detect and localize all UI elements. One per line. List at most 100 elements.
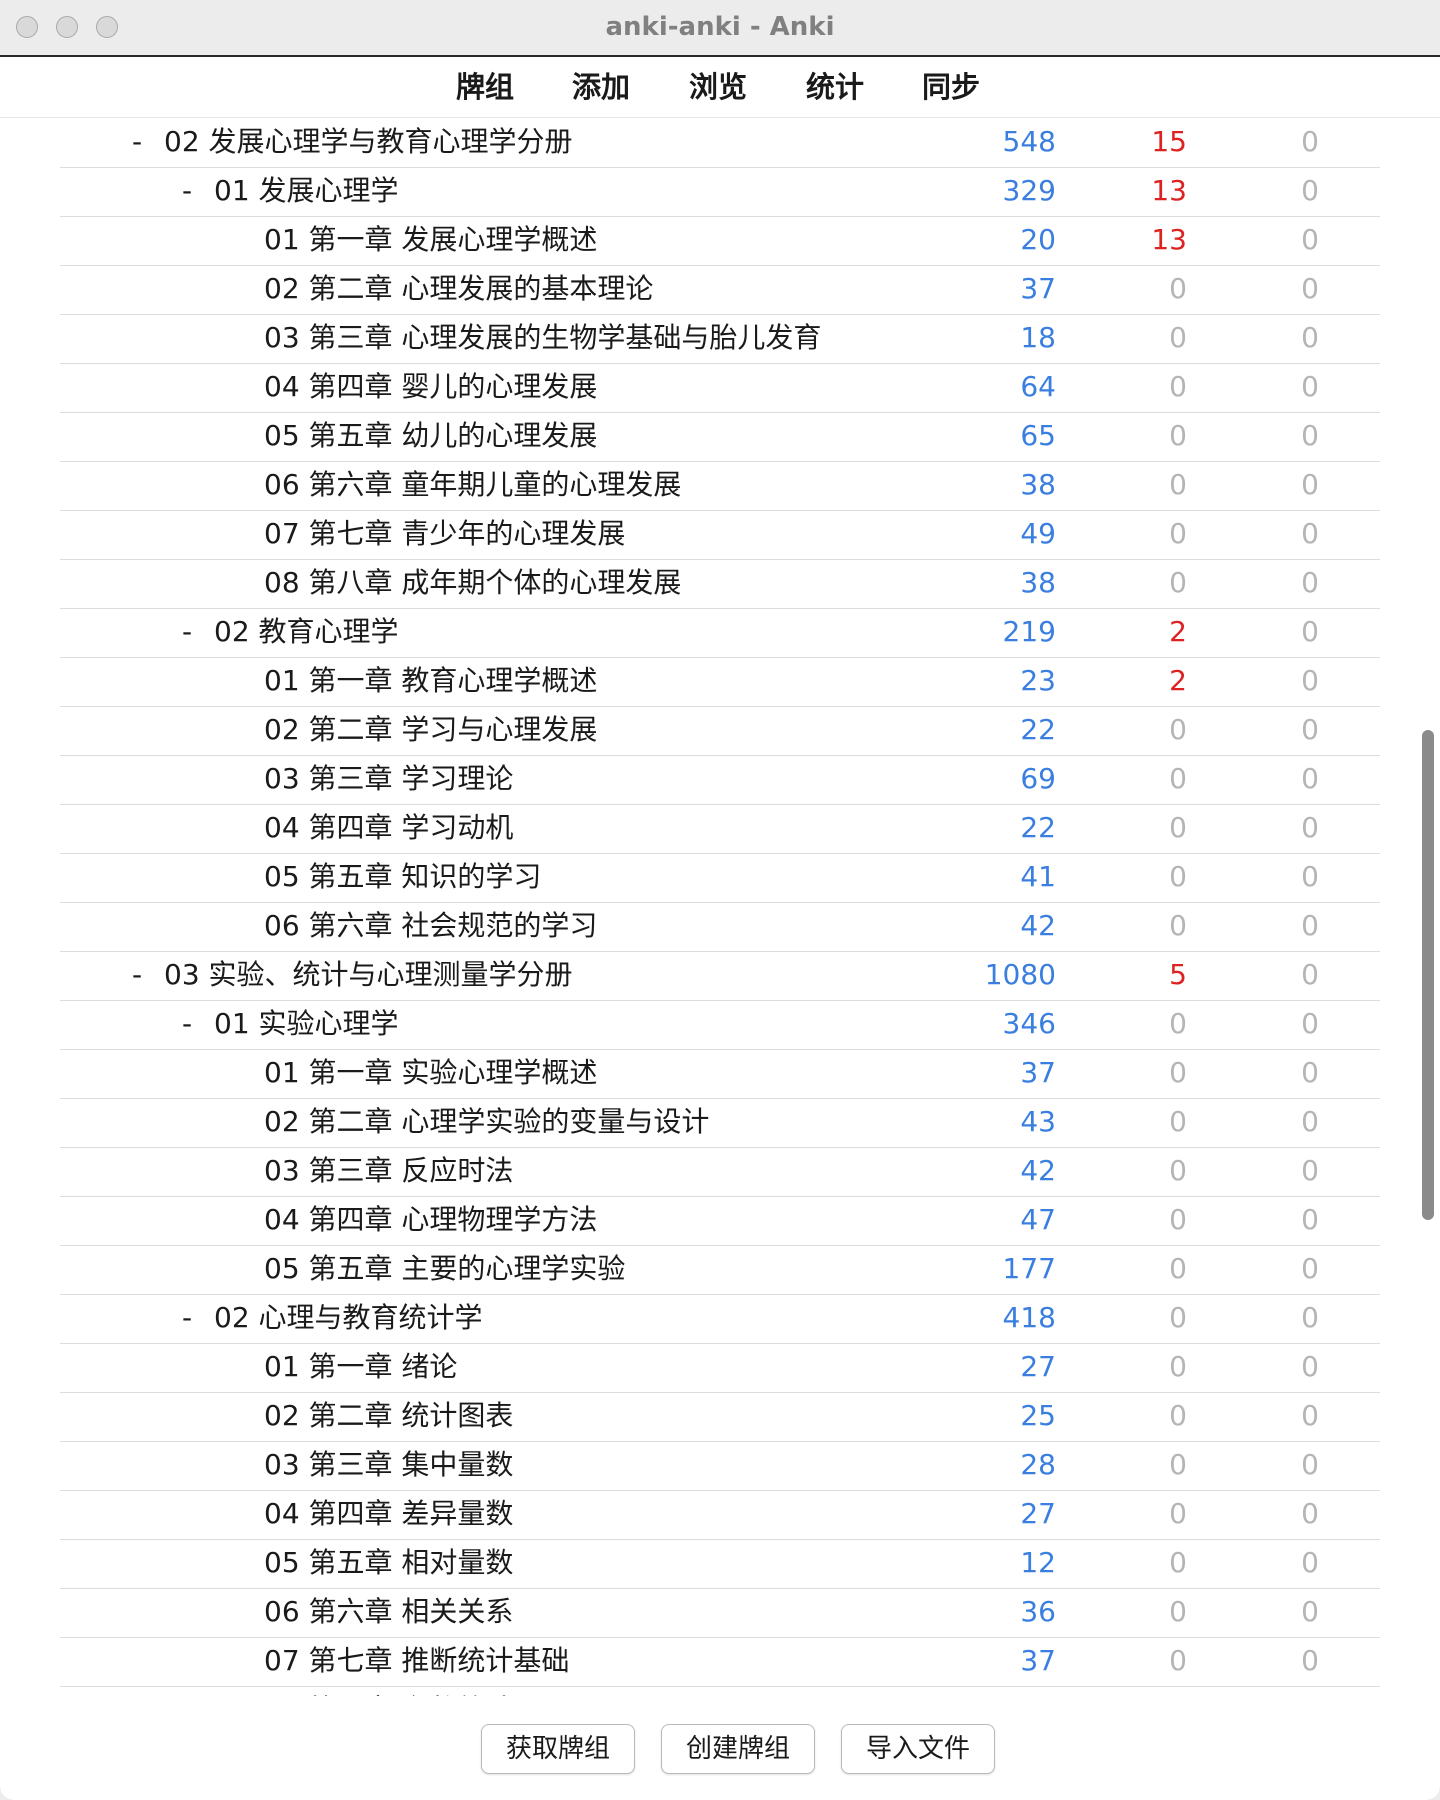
- deck-row[interactable]: 02 第二章 心理发展的基本理论 37 0 0: [60, 265, 1380, 315]
- get-shared-decks-button[interactable]: 获取牌组: [481, 1724, 635, 1774]
- deck-name[interactable]: 01 第一章 教育心理学概述: [264, 657, 597, 705]
- deck-name[interactable]: 06 第六章 相关关系: [264, 1588, 513, 1636]
- deck-name[interactable]: 05 第五章 主要的心理学实验: [264, 1245, 625, 1293]
- deck-row[interactable]: 02 第二章 统计图表 25 0 0: [60, 1392, 1380, 1442]
- deck-name[interactable]: 02 第二章 心理学实验的变量与设计: [264, 1098, 709, 1146]
- deck-row[interactable]: 05 第五章 相对量数 12 0 0: [60, 1539, 1380, 1589]
- deck-row[interactable]: 04 第四章 心理物理学方法 47 0 0: [60, 1196, 1380, 1246]
- deck-name[interactable]: 04 第四章 学习动机: [264, 804, 513, 852]
- deck-row[interactable]: 02 第二章 学习与心理发展 22 0 0: [60, 706, 1380, 756]
- import-file-button[interactable]: 导入文件: [841, 1724, 995, 1774]
- deck-learn-count: 0: [1169, 762, 1187, 795]
- deck-name[interactable]: 02 发展心理学与教育心理学分册: [164, 118, 573, 166]
- vertical-scrollbar[interactable]: [1422, 730, 1434, 1220]
- deck-name[interactable]: 03 实验、统计与心理测量学分册: [164, 951, 573, 999]
- deck-due-count: 0: [1301, 1056, 1319, 1089]
- deck-due-count: 0: [1301, 419, 1319, 452]
- deck-collapse-toggle[interactable]: -: [182, 608, 192, 656]
- deck-row[interactable]: 04 第四章 差异量数 27 0 0: [60, 1490, 1380, 1540]
- deck-row[interactable]: 05 第五章 知识的学习 41 0 0: [60, 853, 1380, 903]
- deck-row[interactable]: 02 第二章 心理学实验的变量与设计 43 0 0: [60, 1098, 1380, 1148]
- deck-collapse-toggle[interactable]: -: [182, 167, 192, 215]
- deck-row[interactable]: 06 第六章 社会规范的学习 42 0 0: [60, 902, 1380, 952]
- deck-row[interactable]: 01 第一章 教育心理学概述 23 2 0: [60, 657, 1380, 707]
- toolbar-stats[interactable]: 统计: [806, 67, 864, 107]
- deck-name[interactable]: 05 第五章 相对量数: [264, 1539, 513, 1587]
- deck-name[interactable]: 05 第五章 知识的学习: [264, 853, 541, 901]
- deck-name[interactable]: 02 心理与教育统计学: [214, 1294, 483, 1342]
- deck-name[interactable]: 03 第三章 心理发展的生物学基础与胎儿发育: [264, 314, 821, 362]
- deck-collapse-toggle[interactable]: -: [132, 951, 142, 999]
- bottom-bar: 获取牌组 创建牌组 导入文件: [0, 1696, 1440, 1800]
- deck-learn-count: 13: [1151, 223, 1187, 256]
- deck-row[interactable]: 03 第三章 反应时法 42 0 0: [60, 1147, 1380, 1197]
- deck-row[interactable]: -01 发展心理学 329 13 0: [60, 167, 1380, 217]
- deck-row[interactable]: -02 教育心理学 219 2 0: [60, 608, 1380, 658]
- deck-learn-count: 0: [1169, 419, 1187, 452]
- deck-row[interactable]: 01 第一章 绪论 27 0 0: [60, 1343, 1380, 1393]
- deck-row[interactable]: -01 实验心理学 346 0 0: [60, 1000, 1380, 1050]
- deck-new-count: 36: [1020, 1595, 1056, 1628]
- deck-name[interactable]: 06 第六章 社会规范的学习: [264, 902, 597, 950]
- deck-name[interactable]: 02 教育心理学: [214, 608, 399, 656]
- deck-new-count: 12: [1020, 1546, 1056, 1579]
- deck-collapse-toggle[interactable]: -: [182, 1294, 192, 1342]
- deck-due-count: 0: [1301, 860, 1319, 893]
- deck-row[interactable]: -03 实验、统计与心理测量学分册 1080 5 0: [60, 951, 1380, 1001]
- deck-new-count: 219: [1002, 615, 1056, 648]
- deck-learn-count: 0: [1169, 566, 1187, 599]
- deck-row[interactable]: 07 第七章 青少年的心理发展 49 0 0: [60, 510, 1380, 560]
- deck-row[interactable]: 07 第七章 推断统计基础 37 0 0: [60, 1637, 1380, 1687]
- deck-name[interactable]: 02 第二章 学习与心理发展: [264, 706, 597, 754]
- deck-name[interactable]: 04 第四章 差异量数: [264, 1490, 513, 1538]
- deck-name[interactable]: 05 第五章 幼儿的心理发展: [264, 412, 597, 460]
- deck-due-count: 0: [1301, 664, 1319, 697]
- deck-row[interactable]: 03 第三章 学习理论 69 0 0: [60, 755, 1380, 805]
- deck-row[interactable]: 04 第四章 婴儿的心理发展 64 0 0: [60, 363, 1380, 413]
- deck-name[interactable]: 04 第四章 婴儿的心理发展: [264, 363, 597, 411]
- deck-collapse-toggle[interactable]: -: [182, 1000, 192, 1048]
- toolbar-decks[interactable]: 牌组: [456, 67, 514, 107]
- deck-name[interactable]: 02 第二章 心理发展的基本理论: [264, 265, 653, 313]
- deck-row[interactable]: -02 心理与教育统计学 418 0 0: [60, 1294, 1380, 1344]
- deck-name[interactable]: 01 第一章 实验心理学概述: [264, 1049, 597, 1097]
- deck-learn-count: 0: [1169, 860, 1187, 893]
- deck-learn-count: 0: [1169, 1595, 1187, 1628]
- deck-name[interactable]: 03 第三章 学习理论: [264, 755, 513, 803]
- title-bar[interactable]: anki-anki - Anki: [0, 0, 1440, 57]
- deck-name[interactable]: 08 第八章 成年期个体的心理发展: [264, 559, 681, 607]
- deck-row[interactable]: 04 第四章 学习动机 22 0 0: [60, 804, 1380, 854]
- deck-learn-count: 0: [1169, 1154, 1187, 1187]
- deck-row[interactable]: -02 发展心理学与教育心理学分册 548 15 0: [60, 118, 1380, 168]
- deck-row[interactable]: 06 第六章 相关关系 36 0 0: [60, 1588, 1380, 1638]
- toolbar-browse[interactable]: 浏览: [689, 67, 747, 107]
- deck-row[interactable]: 01 第一章 发展心理学概述 20 13 0: [60, 216, 1380, 266]
- deck-name[interactable]: 04 第四章 心理物理学方法: [264, 1196, 597, 1244]
- deck-name[interactable]: 03 第三章 反应时法: [264, 1147, 513, 1195]
- toolbar-sync[interactable]: 同步: [922, 67, 980, 107]
- deck-row[interactable]: 08 第八章 参数统计 40 0 0: [60, 1686, 1380, 1696]
- toolbar-add[interactable]: 添加: [572, 67, 630, 107]
- deck-row[interactable]: 01 第一章 实验心理学概述 37 0 0: [60, 1049, 1380, 1099]
- deck-due-count: 0: [1301, 811, 1319, 844]
- deck-name[interactable]: 06 第六章 童年期儿童的心理发展: [264, 461, 681, 509]
- deck-learn-count: 0: [1169, 811, 1187, 844]
- deck-row[interactable]: 08 第八章 成年期个体的心理发展 38 0 0: [60, 559, 1380, 609]
- deck-collapse-toggle[interactable]: -: [132, 118, 142, 166]
- deck-row[interactable]: 05 第五章 主要的心理学实验 177 0 0: [60, 1245, 1380, 1295]
- deck-name[interactable]: 01 第一章 绪论: [264, 1343, 457, 1391]
- deck-name[interactable]: 01 实验心理学: [214, 1000, 399, 1048]
- deck-row[interactable]: 05 第五章 幼儿的心理发展 65 0 0: [60, 412, 1380, 462]
- deck-name[interactable]: 01 第一章 发展心理学概述: [264, 216, 597, 264]
- deck-name[interactable]: 07 第七章 青少年的心理发展: [264, 510, 625, 558]
- deck-row[interactable]: 03 第三章 心理发展的生物学基础与胎儿发育 18 0 0: [60, 314, 1380, 364]
- deck-name[interactable]: 03 第三章 集中量数: [264, 1441, 513, 1489]
- deck-row[interactable]: 03 第三章 集中量数 28 0 0: [60, 1441, 1380, 1491]
- deck-name[interactable]: 07 第七章 推断统计基础: [264, 1637, 569, 1685]
- deck-new-count: 40: [916, 1686, 1056, 1696]
- create-deck-button[interactable]: 创建牌组: [661, 1724, 815, 1774]
- deck-name[interactable]: 02 第二章 统计图表: [264, 1392, 513, 1440]
- deck-name[interactable]: 08 第八章 参数统计: [264, 1686, 513, 1696]
- deck-name[interactable]: 01 发展心理学: [214, 167, 399, 215]
- deck-row[interactable]: 06 第六章 童年期儿童的心理发展 38 0 0: [60, 461, 1380, 511]
